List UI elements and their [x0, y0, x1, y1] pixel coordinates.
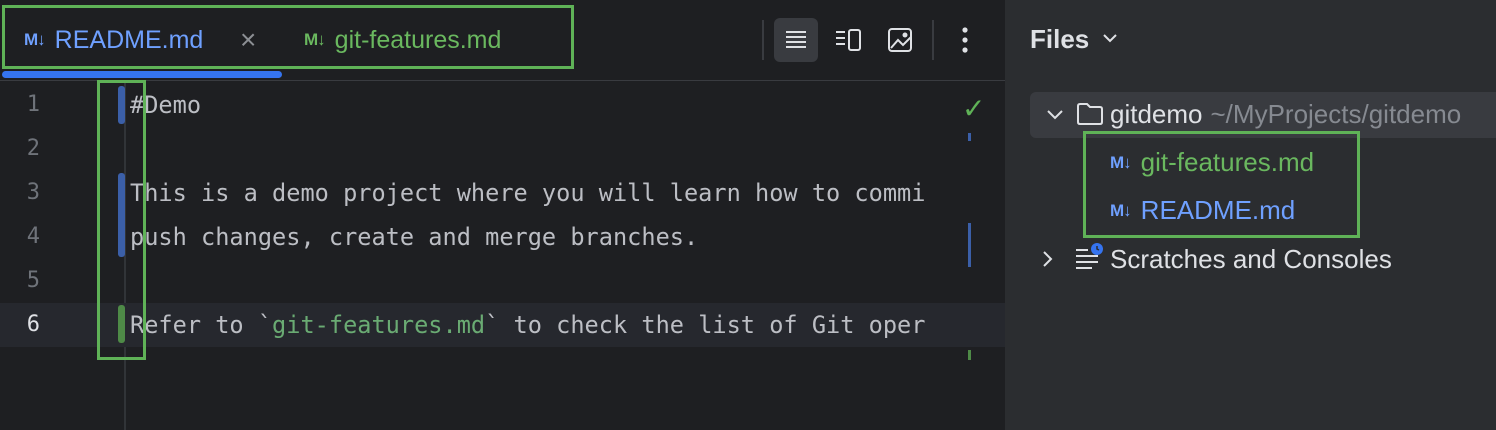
chevron-right-icon[interactable] — [1040, 249, 1054, 269]
line-text: Refer to `git-features.md` to check the … — [130, 311, 926, 339]
gutter-highlight-box — [97, 80, 146, 360]
chevron-down-icon[interactable] — [1046, 106, 1064, 124]
scratches-icon — [1076, 243, 1103, 269]
line-number: 2 — [26, 136, 40, 161]
active-tab-indicator — [2, 71, 282, 78]
code-line-2[interactable]: 2 — [0, 127, 1005, 171]
toolbar-separator — [762, 20, 764, 60]
line-number: 1 — [26, 92, 40, 117]
markdown-icon: M↓ — [1110, 201, 1132, 220]
scrollbar-change-mark — [968, 350, 971, 360]
file-label: README.md — [1140, 195, 1296, 225]
markdown-icon: M↓ — [304, 30, 326, 49]
tab-git-features-label: git-features.md — [334, 26, 502, 54]
scratches-label: Scratches and Consoles — [1110, 244, 1392, 274]
folder-icon — [1077, 103, 1103, 125]
no-problems-check-icon[interactable]: ✓ — [962, 92, 985, 125]
tree-item-git-features[interactable]: M↓ git-features.md — [1110, 144, 1314, 181]
line-number: 4 — [26, 224, 40, 249]
toolbar-separator — [932, 20, 934, 60]
editor-tab-bar: M↓ README.md × M↓ git-features.md — [0, 0, 1005, 81]
code-line-6[interactable]: 6 Refer to `git-features.md` to check th… — [0, 303, 1005, 347]
file-label: git-features.md — [1140, 147, 1315, 177]
code-line-3[interactable]: 3 This is a demo project where you will … — [0, 171, 1005, 215]
scrollbar-change-mark — [968, 223, 971, 267]
tab-readme[interactable]: M↓ README.md — [24, 22, 203, 58]
line-number: 5 — [26, 268, 40, 293]
scrollbar-change-mark — [968, 133, 971, 141]
tab-git-features[interactable]: M↓ git-features.md — [304, 22, 501, 58]
markdown-icon: M↓ — [24, 30, 46, 49]
code-line-1[interactable]: 1 #Demo — [0, 83, 1005, 127]
chevron-down-icon[interactable] — [1102, 30, 1118, 46]
editor-only-button[interactable] — [774, 18, 818, 62]
code-line-5[interactable]: 5 — [0, 259, 1005, 303]
tree-root-path: ~/MyProjects/gitdemo — [1210, 99, 1462, 129]
line-text: This is a demo project where you will le… — [130, 179, 926, 207]
preview-only-icon — [888, 28, 912, 52]
files-panel: Files gitdemo ~/MyProjects/gitdemo M↓ git-… — [1007, 0, 1496, 430]
tree-item-readme[interactable]: M↓ README.md — [1110, 192, 1295, 229]
close-tab-icon[interactable]: × — [240, 24, 256, 56]
preview-only-button[interactable] — [878, 18, 922, 62]
editor-only-icon — [786, 31, 806, 48]
more-options-icon — [962, 27, 968, 53]
code-line-4[interactable]: 4 push changes, create and merge branche… — [0, 215, 1005, 259]
line-number: 3 — [26, 180, 40, 205]
tree-root-label: gitdemo ~/MyProjects/gitdemo — [1110, 99, 1462, 129]
markdown-icon: M↓ — [1110, 153, 1132, 172]
editor-and-preview-button[interactable] — [826, 18, 870, 62]
tab-readme-label: README.md — [54, 26, 204, 54]
line-text: push changes, create and merge branches. — [130, 223, 699, 251]
inline-code: git-features.md — [272, 311, 486, 339]
editor-pane: M↓ README.md × M↓ git-features.md 1 #Dem… — [0, 0, 1005, 430]
editor-and-preview-icon — [836, 29, 861, 51]
files-panel-title[interactable]: Files — [1030, 24, 1089, 55]
line-number: 6 — [26, 312, 40, 337]
more-options-button[interactable] — [943, 18, 987, 62]
